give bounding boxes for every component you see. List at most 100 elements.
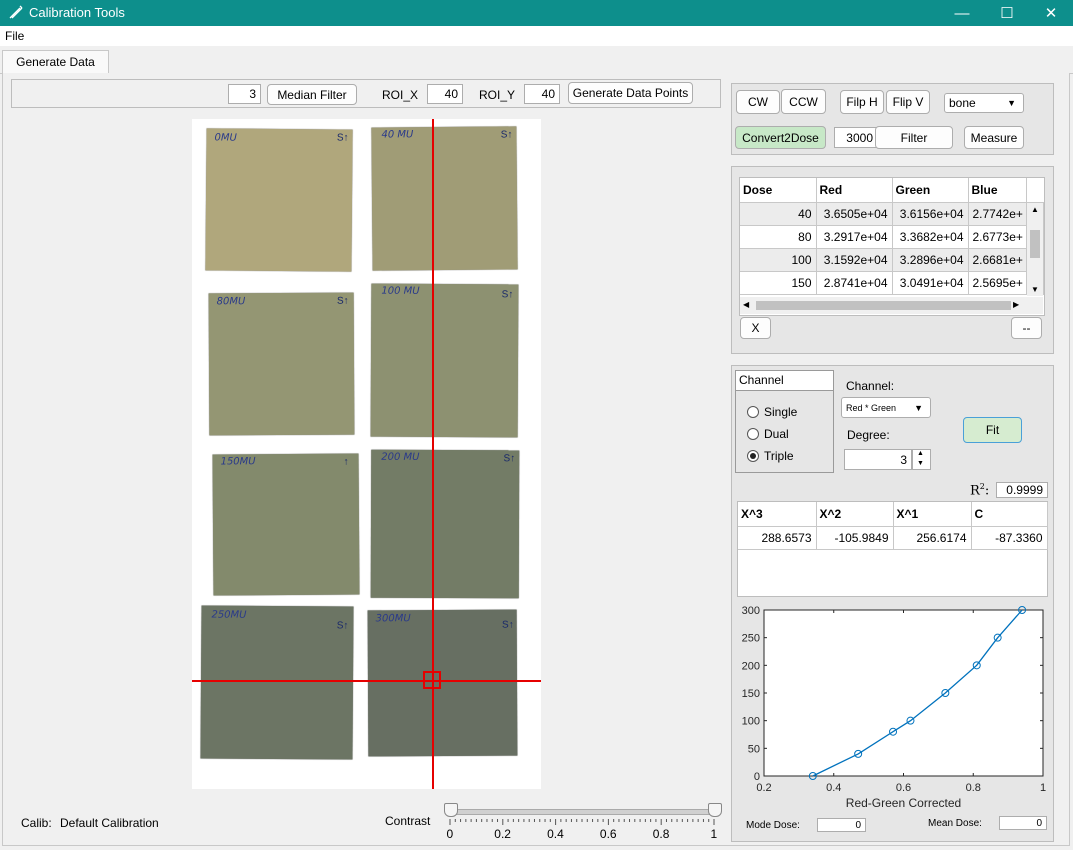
maximize-button[interactable]: ☐: [984, 0, 1030, 26]
table-cell[interactable]: 3.2917e+04: [816, 225, 893, 249]
table-cell[interactable]: 256.6174: [893, 526, 972, 550]
table-cell[interactable]: 2.8741e+04: [816, 271, 893, 295]
film-image[interactable]: 0MU S↑ 40 MU S↑ 80MU S↑ 100 MU S↑ 150MU …: [192, 119, 541, 789]
contrast-slider[interactable]: 0 0.2 0.4 0.6 0.8 1: [443, 803, 723, 843]
calib-value: Default Calibration: [60, 816, 159, 830]
column-header[interactable]: X^1: [893, 502, 972, 527]
table-cell[interactable]: 80: [740, 225, 817, 249]
convert-to-dose-button[interactable]: Convert2Dose: [735, 126, 826, 149]
table-cell[interactable]: 40: [740, 202, 817, 226]
channel-dropdown[interactable]: Red * Green ▼: [841, 397, 931, 418]
film-label: 100 MU: [381, 285, 420, 297]
roi-y-input[interactable]: 40: [524, 84, 560, 104]
scroll-left-icon[interactable]: ◀: [743, 300, 749, 309]
radio-dual[interactable]: Dual: [747, 427, 789, 441]
table-cell[interactable]: 150: [740, 271, 817, 295]
film-arrow: S↑: [336, 132, 349, 144]
film-arrow: S↑: [501, 289, 514, 301]
radio-triple[interactable]: Triple: [747, 449, 794, 463]
coefficients-table[interactable]: X^3 X^2 X^1 C 288.6573 -105.9849 256.617…: [737, 501, 1048, 597]
table-row[interactable]: 40 3.6505e+04 3.6156e+04 2.7742e+: [740, 202, 1044, 226]
table-cell[interactable]: 2.6773e+: [968, 225, 1027, 249]
calib-label: Calib:: [21, 816, 52, 830]
column-header[interactable]: C: [971, 502, 1048, 527]
roi-x-label: ROI_X: [382, 88, 419, 102]
crosshair-horizontal[interactable]: [192, 680, 541, 682]
fit-button[interactable]: Fit: [963, 417, 1022, 443]
h-scroll-thumb[interactable]: [756, 301, 1011, 310]
degree-spinner[interactable]: ▲ ▼: [912, 449, 931, 470]
scroll-right-icon[interactable]: ▶: [1013, 300, 1019, 309]
table-cell[interactable]: 3.6156e+04: [892, 202, 969, 226]
contrast-low-handle[interactable]: [444, 803, 458, 817]
film-label: 250MU: [211, 609, 247, 621]
generate-data-points-button[interactable]: Generate Data Points: [568, 82, 693, 104]
close-button[interactable]: ✕: [1028, 0, 1073, 26]
table-cell[interactable]: -105.9849: [816, 526, 894, 550]
table-cell[interactable]: 3.3682e+04: [892, 225, 969, 249]
column-header[interactable]: Green: [892, 178, 969, 203]
scroll-thumb[interactable]: [1030, 230, 1040, 258]
contrast-track: [448, 809, 716, 815]
table-row[interactable]: 150 2.8741e+04 3.0491e+04 2.5695e+: [740, 271, 1044, 295]
more-button[interactable]: --: [1011, 317, 1042, 339]
table-cell[interactable]: -87.3360: [971, 526, 1048, 550]
contrast-label: Contrast: [385, 814, 431, 828]
x-tick-label: 0.2: [756, 782, 771, 794]
x-tick-label: 1: [1040, 782, 1046, 794]
radio-triple-circle[interactable]: [747, 450, 759, 462]
contrast-ticks: [449, 819, 715, 825]
table-cell[interactable]: 3.2896e+04: [892, 248, 969, 272]
rotate-ccw-button[interactable]: CCW: [781, 89, 826, 114]
flip-v-button[interactable]: Flip V: [886, 90, 930, 114]
table-cell[interactable]: 100: [740, 248, 817, 272]
y-tick-label: 50: [748, 743, 760, 755]
tab-generate-data[interactable]: Generate Data: [2, 50, 109, 74]
column-header[interactable]: Red: [816, 178, 893, 203]
scroll-up-icon[interactable]: ▲: [1031, 205, 1039, 214]
column-header[interactable]: Blue: [968, 178, 1027, 203]
column-header[interactable]: Dose: [740, 178, 817, 203]
delete-row-button[interactable]: X: [740, 317, 771, 339]
minimize-button[interactable]: —: [939, 0, 985, 26]
table-row[interactable]: 100 3.1592e+04 3.2896e+04 2.6681e+: [740, 248, 1044, 272]
filter-value-input[interactable]: 3000: [834, 127, 878, 148]
table-cell[interactable]: 3.1592e+04: [816, 248, 893, 272]
scroll-down-icon[interactable]: ▼: [1031, 285, 1039, 294]
colormap-dropdown[interactable]: bone ▼: [944, 93, 1024, 113]
degree-input[interactable]: 3: [844, 449, 912, 470]
table-cell[interactable]: 2.6681e+: [968, 248, 1027, 272]
radio-single-circle[interactable]: [747, 406, 759, 418]
table-cell[interactable]: 2.7742e+: [968, 202, 1027, 226]
table-cell[interactable]: 288.6573: [738, 526, 817, 550]
colormap-value: bone: [949, 96, 976, 110]
r2-colon: :: [984, 483, 990, 499]
radio-dual-label: Dual: [764, 427, 789, 441]
roi-x-input[interactable]: 40: [427, 84, 463, 104]
table-cell[interactable]: 2.5695e+: [968, 271, 1027, 295]
film-0mu: 0MU S↑: [205, 128, 353, 272]
vertical-scrollbar[interactable]: ▲ ▼: [1027, 203, 1043, 296]
roi-box[interactable]: [423, 671, 441, 689]
horizontal-scrollbar[interactable]: ◀ ▶: [740, 297, 1043, 314]
contrast-high-handle[interactable]: [708, 803, 722, 817]
median-size-input[interactable]: 3: [228, 84, 261, 104]
median-filter-button[interactable]: Median Filter: [267, 84, 357, 105]
menu-file[interactable]: File: [5, 29, 24, 43]
column-header[interactable]: X^2: [816, 502, 894, 527]
table-row[interactable]: 80 3.2917e+04 3.3682e+04 2.6773e+: [740, 225, 1044, 249]
filter-button[interactable]: Filter: [875, 126, 953, 149]
rotate-cw-button[interactable]: CW: [736, 90, 780, 114]
table-row[interactable]: 288.6573 -105.9849 256.6174 -87.3360: [738, 526, 1048, 550]
dose-table[interactable]: Dose Red Green Blue 40 3.6505e+04 3.6156…: [739, 177, 1045, 316]
column-header[interactable]: X^3: [738, 502, 817, 527]
measure-button[interactable]: Measure: [964, 126, 1024, 149]
table-cell[interactable]: 3.6505e+04: [816, 202, 893, 226]
contrast-tick-label: 0.6: [599, 827, 617, 841]
spin-up-icon[interactable]: ▲: [917, 450, 924, 457]
table-cell[interactable]: 3.0491e+04: [892, 271, 969, 295]
radio-single[interactable]: Single: [747, 405, 797, 419]
radio-dual-circle[interactable]: [747, 428, 759, 440]
spin-down-icon[interactable]: ▼: [917, 460, 924, 467]
flip-h-button[interactable]: Filp H: [840, 90, 884, 114]
